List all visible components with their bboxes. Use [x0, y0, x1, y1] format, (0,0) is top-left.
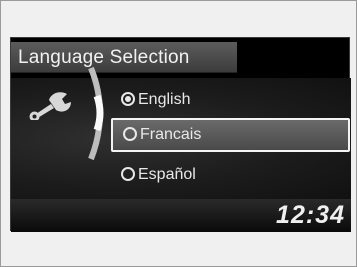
- display-screen: Language Selection English Francais Espa…: [10, 37, 351, 232]
- wrench-icon: [29, 92, 71, 120]
- radio-selected-icon: [121, 92, 135, 106]
- option-label: Francais: [140, 126, 202, 143]
- option-english[interactable]: English: [121, 87, 351, 113]
- scroll-arc: [88, 66, 104, 161]
- title-bar: Language Selection: [11, 42, 237, 73]
- option-label: English: [138, 91, 191, 108]
- clock: 12:34: [276, 201, 345, 229]
- option-label: Español: [138, 166, 196, 183]
- page-frame: Language Selection English Francais Espa…: [0, 0, 357, 267]
- option-espanol[interactable]: Español: [121, 162, 351, 188]
- radio-empty-icon: [121, 167, 135, 181]
- clock-bar: 12:34: [11, 199, 351, 232]
- option-francais[interactable]: Francais: [111, 118, 350, 152]
- radio-empty-icon: [123, 127, 137, 141]
